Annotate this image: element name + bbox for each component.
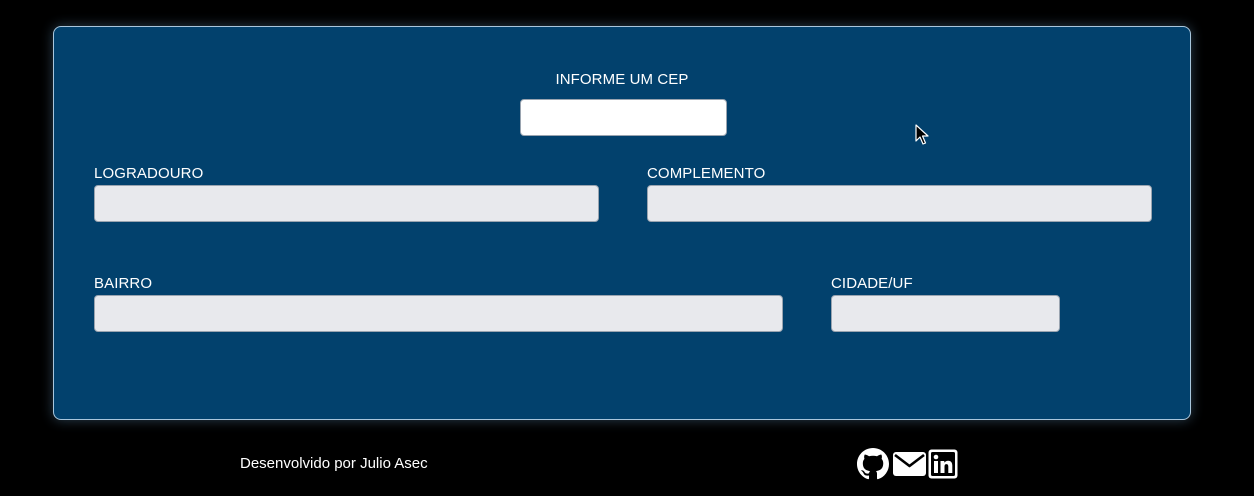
- bairro-label: BAIRRO: [94, 275, 153, 292]
- logradouro-label: LOGRADOURO: [94, 165, 204, 182]
- email-link[interactable]: [892, 447, 927, 481]
- developer-credit: Desenvolvido por Julio Asec: [240, 455, 428, 472]
- address-form-card: INFORME UM CEP LOGRADOURO COMPLEMENTO BA…: [53, 26, 1191, 420]
- cep-input[interactable]: [520, 99, 727, 136]
- linkedin-link[interactable]: [928, 447, 958, 481]
- bairro-field[interactable]: [94, 295, 783, 332]
- linkedin-icon: [928, 449, 958, 479]
- mail-icon: [893, 452, 926, 476]
- github-link[interactable]: [857, 447, 889, 481]
- mouse-pointer-icon: [915, 124, 929, 145]
- cidade-uf-field[interactable]: [831, 295, 1060, 332]
- complemento-field[interactable]: [647, 185, 1152, 222]
- logradouro-field[interactable]: [94, 185, 599, 222]
- cep-label: INFORME UM CEP: [555, 71, 689, 88]
- github-icon: [857, 448, 889, 480]
- cidade-uf-label: CIDADE/UF: [831, 275, 913, 292]
- complemento-label: COMPLEMENTO: [647, 165, 766, 182]
